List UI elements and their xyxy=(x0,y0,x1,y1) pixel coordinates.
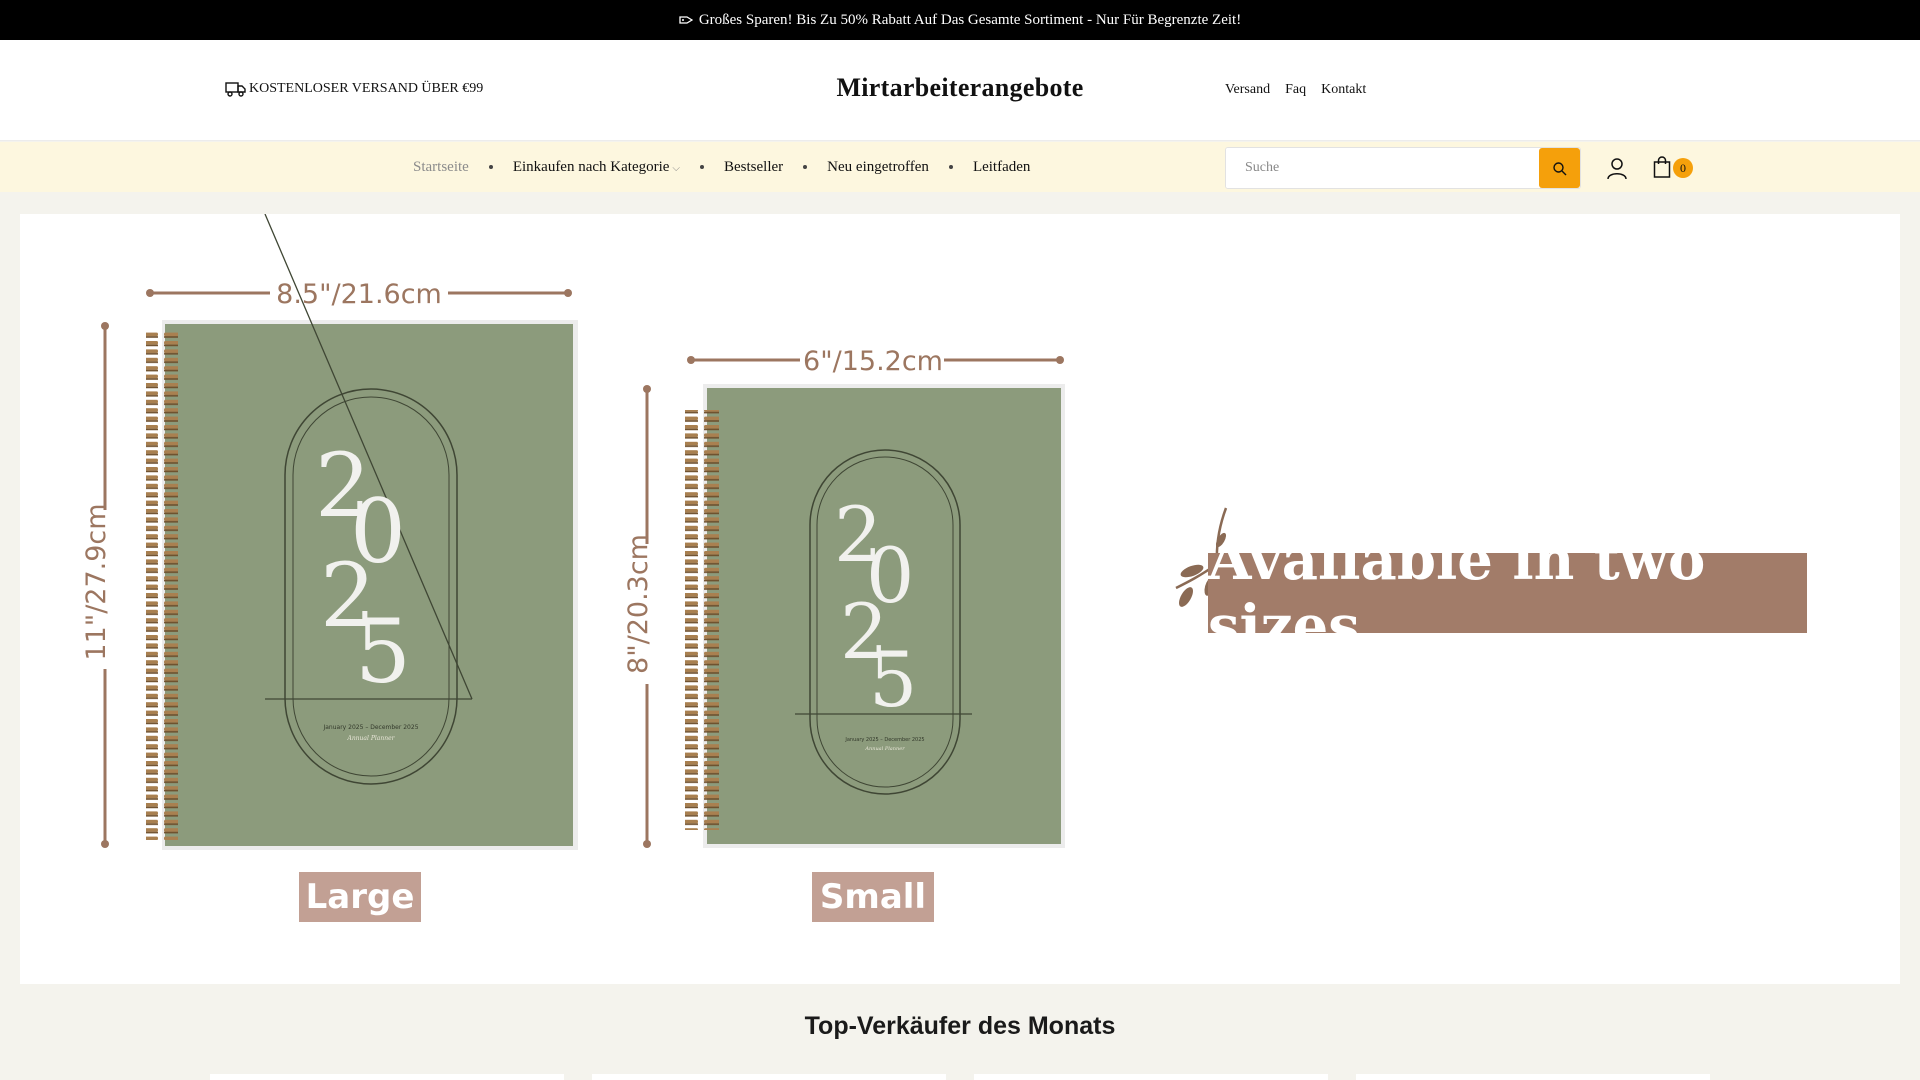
product-card[interactable] xyxy=(592,1074,946,1080)
site-header: KOSTENLOSER VERSAND ÜBER €99 Mirtarbeite… xyxy=(0,40,1920,141)
small-width-label: 6"/15.2cm xyxy=(803,346,943,377)
nav-item-kategorie-label: Einkaufen nach Kategorie xyxy=(512,158,670,175)
product-card[interactable] xyxy=(974,1074,1328,1080)
announcement-text: Großes Sparen! Bis Zu 50% Rabatt Auf Das… xyxy=(698,11,1242,28)
cart-count-badge: 0 xyxy=(1673,158,1693,178)
small-cover-year-4: 5 xyxy=(869,635,917,724)
link-versand[interactable]: Versand xyxy=(1225,82,1270,98)
small-cover-script: Annual Planner xyxy=(864,746,905,752)
search-button[interactable] xyxy=(1539,148,1580,188)
nav-separator xyxy=(948,165,953,169)
chevron-down-icon: ⌵ xyxy=(672,162,681,174)
small-height-label: 8"/20.3cm xyxy=(623,534,654,674)
hero-banner[interactable]: 8.5"/21.6cm 11"/27.9cm 2 0 2 5 January 2… xyxy=(20,213,1900,984)
announcement-bar: Großes Sparen! Bis Zu 50% Rabatt Auf Das… xyxy=(0,0,1920,40)
search-icon xyxy=(1553,161,1567,175)
header-links: Versand Faq Kontakt xyxy=(1225,82,1366,98)
free-shipping-notice: KOSTENLOSER VERSAND ÜBER €99 xyxy=(225,81,483,97)
nav-item-neu-eingetroffen[interactable]: Neu eingetroffen xyxy=(827,159,929,176)
nav-item-bestseller[interactable]: Bestseller xyxy=(724,159,783,176)
nav-separator xyxy=(700,165,705,169)
banner-headline: Available in two sizes xyxy=(1208,527,1807,659)
link-kontakt[interactable]: Kontakt xyxy=(1321,82,1366,98)
small-planner: 6"/15.2cm 8"/20.3cm 2 0 2 5 January 2025… xyxy=(623,346,1065,922)
nav-item-startseite[interactable]: Startseite xyxy=(413,159,469,176)
nav-menu: Startseite Einkaufen nach Kategorie ⌵ Bes… xyxy=(413,142,1030,192)
nav-separator xyxy=(488,165,493,169)
link-faq[interactable]: Faq xyxy=(1285,82,1306,98)
small-size-label: Small xyxy=(820,877,926,917)
nav-separator xyxy=(803,165,808,169)
product-cards-row xyxy=(0,1074,1920,1080)
large-cover-script: Annual Planner xyxy=(346,735,395,742)
large-size-label: Large xyxy=(306,877,415,917)
truck-icon xyxy=(225,82,246,97)
site-logo[interactable]: Mirtarbeiterangebote xyxy=(836,73,1083,102)
large-cover-dates: January 2025 – December 2025 xyxy=(322,724,418,731)
nav-item-leitfaden[interactable]: Leitfaden xyxy=(973,159,1030,176)
large-planner: 8.5"/21.6cm 11"/27.9cm 2 0 2 5 January 2… xyxy=(81,213,578,922)
large-width-label: 8.5"/21.6cm xyxy=(276,279,442,310)
tag-icon xyxy=(679,16,693,24)
user-icon[interactable] xyxy=(1605,156,1629,180)
nav-item-kategorie[interactable]: Einkaufen nach Kategorie ⌵ xyxy=(513,159,680,176)
search-box xyxy=(1225,147,1581,189)
cart-button[interactable]: 0 xyxy=(1653,155,1695,181)
small-cover-dates: January 2025 – December 2025 xyxy=(844,737,924,743)
product-card[interactable] xyxy=(210,1074,564,1080)
product-card[interactable] xyxy=(1356,1074,1710,1080)
large-height-label: 11"/27.9cm xyxy=(81,503,112,660)
search-input[interactable] xyxy=(1226,148,1539,188)
shopping-bag-icon xyxy=(1653,156,1671,178)
main-nav: Startseite Einkaufen nach Kategorie ⌵ Bes… xyxy=(0,142,1920,192)
large-cover-year-4: 5 xyxy=(355,600,411,703)
free-shipping-text: KOSTENLOSER VERSAND ÜBER €99 xyxy=(249,81,484,96)
section-title: Top-Verkäufer des Monats xyxy=(804,1012,1116,1040)
